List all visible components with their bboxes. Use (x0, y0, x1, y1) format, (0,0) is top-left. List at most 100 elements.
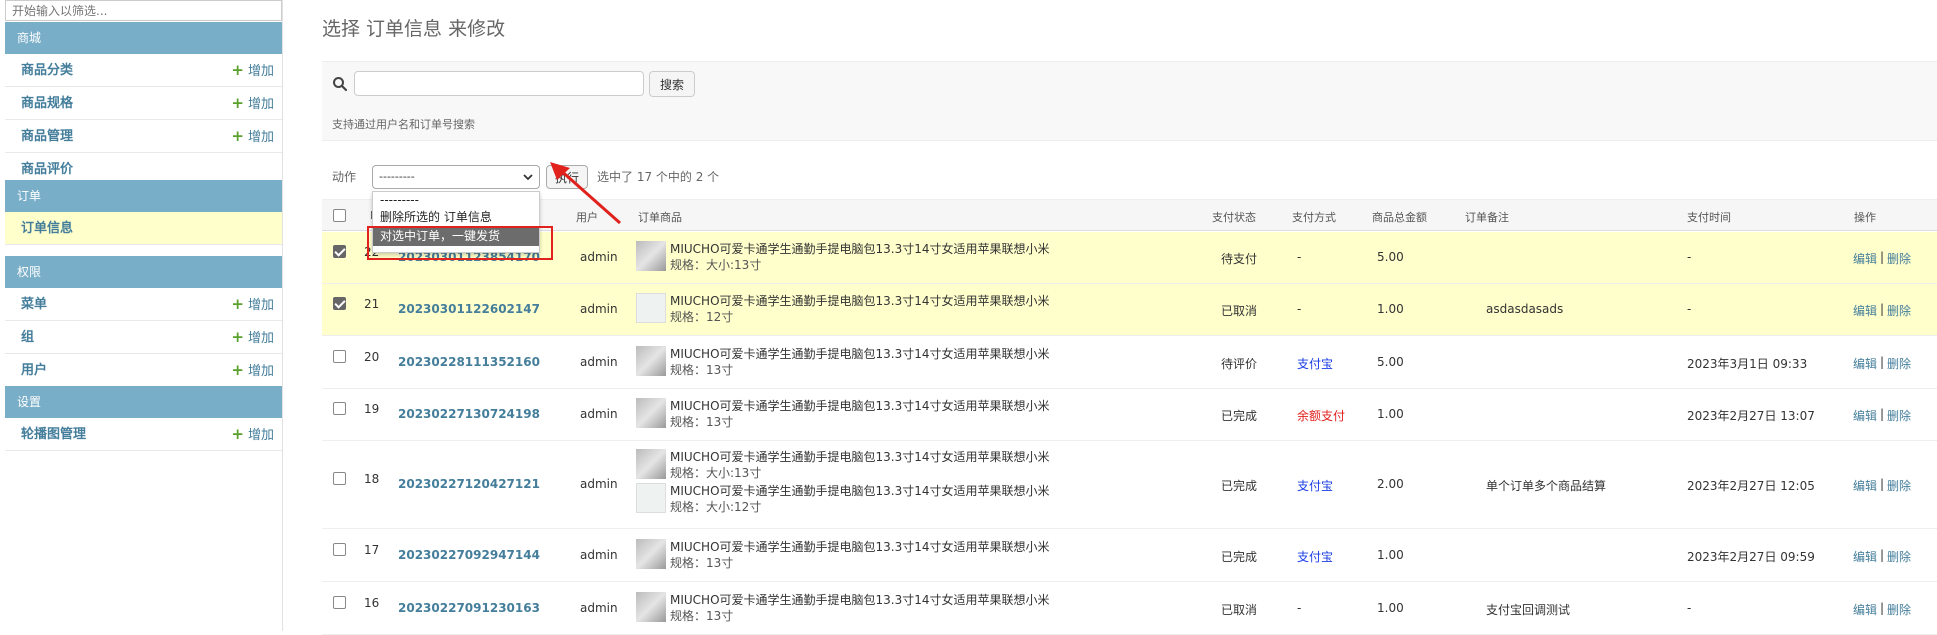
order-number-link[interactable]: 20230227091230163 (398, 601, 540, 615)
delete-link[interactable]: 删除 (1887, 407, 1911, 424)
order-number-link[interactable]: 20230301122602147 (398, 302, 540, 316)
row-checkbox[interactable] (333, 349, 346, 363)
edit-link[interactable]: 编辑 (1853, 407, 1877, 424)
payment-status: 已取消 (1221, 602, 1258, 617)
edit-link[interactable]: 编辑 (1853, 477, 1877, 494)
sidebar-item-label[interactable]: 商品分类 (21, 63, 73, 78)
plus-icon: + (231, 61, 244, 79)
dropdown-option[interactable]: 删除所选的 订单信息 (373, 209, 539, 226)
product-name: MIUCHO可爱卡通学生通勤手提电脑包13.3寸14寸女适用苹果联想小米 (670, 592, 1050, 607)
add-button[interactable]: + 增加 (231, 120, 274, 154)
order-user: admin (580, 547, 618, 562)
sidebar-item[interactable]: 组 + 增加 (5, 321, 282, 354)
search-button[interactable]: 搜索 (649, 71, 695, 97)
sidebar-item-label[interactable]: 菜单 (21, 297, 47, 312)
delete-link[interactable]: 删除 (1887, 601, 1911, 618)
order-number-link[interactable]: 20230227130724198 (398, 407, 540, 421)
row-checkbox[interactable] (333, 297, 346, 310)
add-button[interactable]: + 增加 (231, 321, 274, 355)
row-checkbox[interactable] (333, 245, 346, 258)
module-3: 设置轮播图管理 + 增加 (5, 386, 282, 451)
product-thumbnail (636, 241, 666, 271)
add-button[interactable]: + 增加 (231, 54, 274, 88)
row-checkbox[interactable] (333, 472, 346, 485)
add-label: 增加 (247, 428, 274, 443)
total-amount: 1.00 (1377, 547, 1404, 562)
add-button[interactable]: + 增加 (231, 288, 274, 322)
module-caption: 设置 (5, 386, 282, 418)
edit-link[interactable]: 编辑 (1853, 250, 1877, 267)
sidebar-item[interactable]: 商品分类 + 增加 (5, 54, 282, 87)
sidebar-item-label[interactable]: 订单信息 (21, 221, 73, 236)
sidebar-item[interactable]: 订单信息 (5, 212, 282, 245)
product-name: MIUCHO可爱卡通学生通勤手提电脑包13.3寸14寸女适用苹果联想小米 (670, 450, 1050, 464)
select-all-checkbox[interactable] (333, 209, 346, 222)
plus-icon: + (231, 127, 244, 145)
delete-link[interactable]: 删除 (1887, 355, 1911, 372)
sidebar-item-label[interactable]: 商品规格 (21, 96, 73, 111)
highlight-box (367, 226, 553, 260)
delete-link[interactable]: 删除 (1887, 302, 1911, 319)
sidebar-item[interactable]: 轮播图管理 + 增加 (5, 418, 282, 451)
row-checkbox[interactable] (333, 595, 346, 609)
payment-status: 已完成 (1221, 409, 1258, 423)
sidebar-item[interactable]: 用户 + 增加 (5, 354, 282, 387)
sidebar-item-label[interactable]: 商品管理 (21, 129, 73, 144)
column-header[interactable]: 操作 (1854, 209, 1876, 225)
order-id: 16 (364, 595, 380, 610)
column-header[interactable]: 订单商品 (638, 209, 682, 225)
order-user: admin (580, 600, 618, 615)
column-header[interactable]: 支付状态 (1212, 209, 1256, 225)
plus-icon: + (231, 361, 244, 379)
delete-link[interactable]: 删除 (1887, 548, 1911, 565)
column-header[interactable]: 支付时间 (1687, 209, 1731, 225)
search-input[interactable] (354, 71, 644, 96)
total-amount: 1.00 (1377, 407, 1404, 421)
payment-time: 2023年2月27日 13:07 (1687, 409, 1815, 423)
row-checkbox[interactable] (333, 542, 346, 556)
add-button[interactable]: + 增加 (231, 418, 274, 452)
sidebar-item[interactable]: 商品规格 + 增加 (5, 87, 282, 120)
sidebar-item-label[interactable]: 商品评价 (21, 162, 73, 177)
edit-link[interactable]: 编辑 (1853, 302, 1877, 319)
add-button[interactable]: + 增加 (231, 87, 274, 121)
sidebar-item-label[interactable]: 轮播图管理 (21, 427, 86, 442)
sidebar-item[interactable]: 菜单 + 增加 (5, 288, 282, 321)
module-0: 商城 商品分类 + 增加 商品规格 + 增加 商品管理 + 增加 商品评价 (5, 22, 282, 186)
sidebar-item-label[interactable]: 用户 (21, 363, 47, 378)
delete-link[interactable]: 删除 (1887, 477, 1911, 494)
edit-link[interactable]: 编辑 (1853, 548, 1877, 565)
total-amount: 5.00 (1377, 250, 1404, 264)
add-label: 增加 (247, 64, 274, 79)
payment-time: - (1687, 250, 1692, 264)
product-spec: 规格：13寸 (670, 608, 734, 623)
product-thumbnail (636, 538, 666, 569)
product-spec: 规格：13寸 (670, 362, 734, 377)
add-button[interactable]: + 增加 (231, 354, 274, 388)
sidebar-item[interactable]: 商品管理 + 增加 (5, 120, 282, 153)
column-header[interactable]: 订单备注 (1465, 209, 1509, 225)
order-number-link[interactable]: 20230227092947144 (398, 548, 540, 562)
order-id: 20 (364, 349, 380, 364)
order-number-link[interactable]: 20230227120427121 (398, 477, 540, 491)
search-icon (333, 77, 348, 92)
sidebar-item-label[interactable]: 组 (21, 330, 34, 345)
action-select[interactable]: --------- (372, 165, 540, 189)
arrow-icon (550, 162, 621, 225)
module-caption: 订单 (5, 180, 282, 212)
dropdown-option[interactable]: --------- (373, 192, 539, 209)
delete-link[interactable]: 删除 (1887, 250, 1911, 267)
edit-link[interactable]: 编辑 (1853, 601, 1877, 618)
column-header[interactable]: 支付方式 (1292, 209, 1336, 225)
plus-icon: + (231, 295, 244, 313)
order-number-link[interactable]: 20230228111352160 (398, 355, 540, 369)
total-amount: 1.00 (1377, 302, 1404, 316)
product-thumbnail (636, 345, 666, 376)
row-checkbox[interactable] (333, 402, 346, 415)
edit-link[interactable]: 编辑 (1853, 355, 1877, 372)
order-id: 17 (364, 542, 380, 557)
order-id: 18 (364, 472, 380, 486)
payment-method: 余额支付 (1297, 409, 1346, 423)
column-header[interactable]: 商品总金额 (1372, 209, 1427, 225)
sidebar-filter-input[interactable] (5, 0, 282, 21)
